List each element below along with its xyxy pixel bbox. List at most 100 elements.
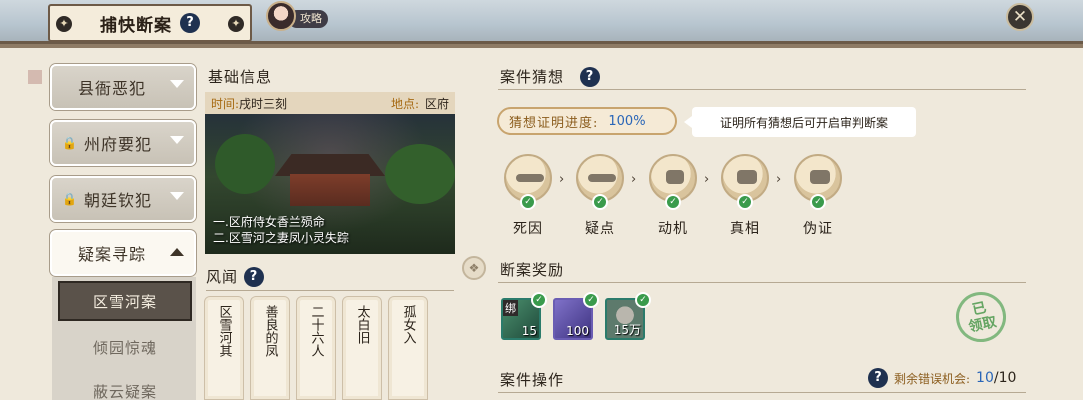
- clue-doubt[interactable]: ✓ 疑点: [575, 154, 625, 238]
- case-category-nav: 县衙恶犯 🔒 州府要犯 🔒 朝廷钦犯 疑案寻踪 区雪河案 倾园惊魂 蔽云疑案: [50, 62, 198, 400]
- nav-item-mystery[interactable]: 疑案寻踪: [50, 230, 196, 276]
- chances-left: 10: [976, 370, 994, 386]
- chances-total: /10: [993, 370, 1017, 386]
- help-icon[interactable]: ?: [244, 266, 265, 287]
- close-button[interactable]: ✕: [1006, 3, 1034, 31]
- chevron-down-icon: [170, 192, 184, 200]
- case-meta-bar: 时间: 戌时三刻 地点: 区府: [205, 92, 455, 114]
- nav-item-label: 县衙恶犯: [78, 79, 147, 98]
- help-icon[interactable]: ?: [180, 13, 200, 33]
- operations-heading: 案件操作: [500, 369, 564, 390]
- clue-name: 动机: [658, 221, 688, 237]
- nav-item-county[interactable]: 县衙恶犯: [50, 64, 196, 110]
- check-icon: ✓: [592, 194, 608, 210]
- check-icon: ✓: [737, 194, 753, 210]
- caption-line: 二.区雪河之妻凤小灵失踪: [213, 231, 349, 245]
- check-icon: ✓: [583, 292, 599, 308]
- lock-icon: 🔒: [62, 136, 78, 150]
- check-icon: ✓: [810, 194, 826, 210]
- reward-count: 100: [566, 324, 589, 338]
- divider: [498, 392, 1026, 393]
- knot-ornament-icon: ❖: [462, 256, 486, 280]
- bound-tag: 绑: [503, 300, 518, 316]
- section-title: 案件操作: [500, 371, 565, 389]
- clue-truth[interactable]: ✓ 真相: [720, 154, 770, 238]
- proof-progress: 猜想证明进度: 100%: [497, 107, 677, 135]
- clue-name: 疑点: [585, 221, 615, 237]
- lock-icon: 🔒: [62, 192, 78, 206]
- stamp-text: 领取: [967, 314, 999, 336]
- place-label: 地点:: [390, 96, 419, 111]
- chevron-right-icon: ›: [559, 172, 565, 187]
- case-scene-image: 一.区府侍女香兰殒命 二.区雪河之妻凤小灵失踪: [205, 114, 455, 254]
- rumor-card[interactable]: 太白旧: [342, 296, 382, 400]
- scene-caption: 一.区府侍女香兰殒命 二.区雪河之妻凤小灵失踪: [213, 214, 349, 246]
- time-label: 时间:: [211, 96, 240, 111]
- reward-count: 15万: [613, 323, 641, 337]
- rumor-card[interactable]: 区雪河其: [204, 296, 244, 400]
- section-title: 断案奖励: [500, 261, 565, 279]
- clue-motive[interactable]: ✓ 动机: [648, 154, 698, 238]
- clue-name: 伪证: [803, 221, 833, 237]
- divider: [206, 290, 454, 291]
- clue-cause-of-death[interactable]: ✓ 死因: [503, 154, 553, 238]
- reward-count: 15: [521, 324, 537, 338]
- guide-avatar: [266, 1, 296, 31]
- remaining-chances: ? 剩余错误机会: 10/10: [868, 368, 1016, 388]
- sub-case-list: 区雪河案 倾园惊魂 蔽云疑案: [52, 277, 196, 400]
- time-value: 戌时三刻: [239, 96, 288, 111]
- section-title: 案件猜想: [500, 68, 565, 86]
- nav-item-prefecture[interactable]: 🔒 州府要犯: [50, 120, 196, 166]
- reward-copper-coin[interactable]: 15万 ✓: [605, 292, 651, 340]
- rumor-card[interactable]: 二十六人: [296, 296, 336, 400]
- hypothesis-heading: 案件猜想 ?: [500, 66, 601, 87]
- check-icon: ✓: [665, 194, 681, 210]
- help-icon[interactable]: ?: [580, 66, 601, 87]
- ornament-icon: ✦: [56, 16, 72, 32]
- chevron-up-icon: [170, 248, 184, 256]
- rumor-card[interactable]: 孤女入: [388, 296, 428, 400]
- sub-item-quxuehe[interactable]: 区雪河案: [58, 281, 192, 321]
- clue-name: 真相: [730, 221, 760, 237]
- chevron-down-icon: [170, 80, 184, 88]
- nav-item-label: 州府要犯: [83, 135, 152, 154]
- sub-item-biyun[interactable]: 蔽云疑案: [58, 371, 192, 400]
- basic-info-heading: 基础信息: [208, 66, 272, 87]
- pavilion-hall: [290, 174, 370, 206]
- chevron-down-icon: [170, 136, 184, 144]
- check-icon: ✓: [531, 292, 547, 308]
- page-title: 捕快断案: [100, 15, 172, 36]
- chevron-right-icon: ›: [776, 172, 782, 187]
- divider: [498, 282, 1026, 283]
- hint-tooltip: 证明所有猜想后可开启审判断案: [684, 107, 916, 137]
- top-bar: ✦ 捕快断案 ? ✦ 攻略 ✕: [0, 0, 1083, 48]
- clue-name: 死因: [513, 221, 543, 237]
- section-title: 风闻: [206, 268, 239, 286]
- reward-scroll-card[interactable]: 100 ✓: [553, 292, 599, 340]
- chevron-right-icon: ›: [704, 172, 710, 187]
- clue-false-evidence[interactable]: ✓ 伪证: [793, 154, 843, 238]
- chevron-right-icon: ›: [631, 172, 637, 187]
- progress-label: 猜想证明进度:: [509, 115, 599, 131]
- check-icon: ✓: [635, 292, 651, 308]
- rumors-heading: 风闻 ?: [206, 266, 265, 287]
- help-icon[interactable]: ?: [868, 368, 888, 388]
- place-value: 区府: [424, 96, 449, 111]
- seal-icon: [28, 70, 42, 84]
- reward-jade-token[interactable]: 绑 15 ✓: [501, 292, 547, 340]
- nav-item-label: 朝廷钦犯: [83, 191, 152, 210]
- nav-item-label: 疑案寻踪: [78, 245, 147, 264]
- caption-line: 一.区府侍女香兰殒命: [213, 215, 325, 229]
- sub-item-qingyuan[interactable]: 倾园惊魂: [58, 327, 192, 367]
- decorative-calligraphy: [6, 70, 42, 400]
- nav-item-imperial[interactable]: 🔒 朝廷钦犯: [50, 176, 196, 222]
- rumor-card[interactable]: 善良的凤: [250, 296, 290, 400]
- pavilion-roof: [275, 154, 385, 176]
- chances-label: 剩余错误机会:: [894, 371, 971, 386]
- section-title: 基础信息: [208, 68, 273, 86]
- ornament-icon: ✦: [228, 16, 244, 32]
- tree: [215, 134, 275, 194]
- title-plate: ✦ 捕快断案 ? ✦: [48, 4, 252, 42]
- divider: [498, 89, 1026, 90]
- guide-button[interactable]: 攻略: [266, 1, 328, 31]
